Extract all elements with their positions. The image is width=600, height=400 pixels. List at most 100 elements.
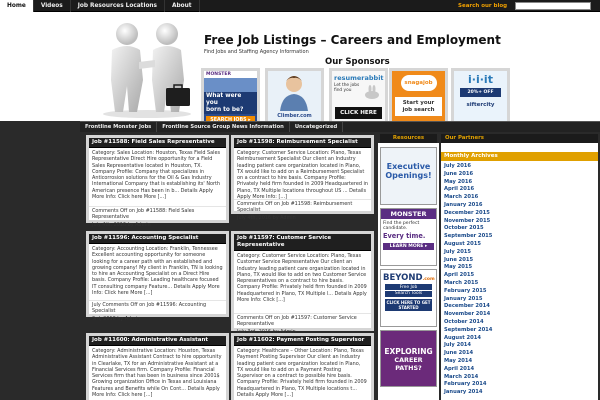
- sponsor-ad-resumerabbit-cta: CLICK HERE: [335, 107, 382, 119]
- archive-link[interactable]: January 2015: [444, 296, 595, 304]
- resource-ad-monster-brand: MONSTER: [381, 209, 436, 219]
- nav-job-resources-locations[interactable]: Job Resources Locations: [71, 0, 166, 12]
- top-navigation: Home Videos Job Resources Locations Abou…: [0, 0, 600, 12]
- archive-link[interactable]: June 2016: [444, 171, 595, 179]
- sponsor-ad-resumerabbit-line1: Let the jobs find you: [334, 83, 360, 93]
- sponsor-ad-resumerabbit-brand: resumerabbit: [334, 74, 384, 82]
- sponsor-ad-monster-line1: What were you: [204, 92, 257, 107]
- archive-link[interactable]: September 2014: [444, 327, 595, 335]
- archive-link[interactable]: July 2014: [444, 342, 595, 350]
- nav-about[interactable]: About: [165, 0, 200, 12]
- resource-ad-executive-openings[interactable]: Executive Openings!: [380, 147, 437, 205]
- monthly-archives-heading: Monthly Archives: [441, 152, 598, 161]
- archive-link[interactable]: July 2015: [444, 249, 595, 257]
- resource-ad-beyond-line1: Free Job: [385, 284, 432, 290]
- post-meta-comments[interactable]: Comments Off on Job #11597: Customer Ser…: [234, 313, 371, 328]
- post-meta-comments[interactable]: Comments Off on Job #11598: Reimbursemen…: [234, 199, 371, 214]
- resources-heading: Resources: [380, 134, 437, 143]
- archive-link[interactable]: November 2015: [444, 218, 595, 226]
- resource-ad-monster[interactable]: MONSTER Find the perfect candidate. Ever…: [380, 208, 437, 266]
- site-header: Free Job Listings – Careers and Employme…: [0, 12, 600, 126]
- archive-link[interactable]: March 2014: [444, 374, 595, 382]
- post-meta-comments[interactable]: Comments Off on Job #11588: Field Sales …: [89, 206, 226, 221]
- resource-ad-beyond[interactable]: BEYOND.com Free Job Search Tools CLICK H…: [380, 269, 437, 327]
- post-excerpt: Category: Healthcare – Other Location: P…: [237, 348, 367, 399]
- site-title[interactable]: Free Job Listings – Careers and Employme…: [204, 33, 501, 47]
- sponsor-ad-siftercity-brand: i·i·it: [468, 73, 493, 86]
- sponsor-ad-siftercity[interactable]: i·i·it 20%+ OFF siftercity: [451, 68, 510, 126]
- nav-home[interactable]: Home: [0, 0, 34, 12]
- sponsor-ad-snagajob-brand: snagajob: [400, 75, 437, 91]
- archive-link[interactable]: May 2016: [444, 179, 595, 187]
- sponsor-ad-siftercity-line2: siftercity: [466, 102, 495, 108]
- post-excerpt: Category: Accounting Location: Franklin,…: [92, 246, 223, 297]
- rabbit-icon: [365, 85, 379, 99]
- archive-link[interactable]: May 2015: [444, 264, 595, 272]
- category-frontline-monster-jobs[interactable]: Frontline Monster Jobs: [80, 122, 158, 132]
- sponsor-ad-climber[interactable]: Climber.com: [265, 68, 324, 126]
- resource-ad-beyond-brand: BEYOND: [383, 273, 423, 283]
- post-title[interactable]: Job #11602: Payment Posting Supervisor: [234, 336, 371, 346]
- partners-panel: [441, 143, 598, 152]
- handshake-logo-image[interactable]: [95, 14, 199, 119]
- archive-link[interactable]: April 2015: [444, 272, 595, 280]
- category-uncategorized[interactable]: Uncategorized: [290, 122, 344, 132]
- category-frontline-source-group-news[interactable]: Frontline Source Group News Information: [157, 122, 290, 132]
- archive-link[interactable]: December 2015: [444, 210, 595, 218]
- post-title[interactable]: Job #11598: Reimbursement Specialist: [234, 138, 371, 148]
- resource-ad-beyond-line2: Search Tools: [385, 291, 432, 297]
- archive-link[interactable]: September 2015: [444, 233, 595, 241]
- post-card: Job #11602: Payment Posting Supervisor C…: [231, 333, 374, 400]
- sponsor-ad-climber-brand: Climber.com: [277, 113, 312, 119]
- post-title[interactable]: Job #11596: Accounting Specialist: [89, 234, 226, 244]
- archive-link[interactable]: May 2014: [444, 358, 595, 366]
- archive-link[interactable]: June 2015: [444, 257, 595, 265]
- sponsors-heading: Our Sponsors: [325, 57, 390, 67]
- post-meta-date: 3rd, 2016 by Admin: [92, 316, 141, 323]
- archive-link[interactable]: February 2015: [444, 288, 595, 296]
- post-card: Job #11600: Administrative Assistant Cat…: [86, 333, 229, 400]
- sponsor-ad-snagajob[interactable]: snagajob Start your job search: [389, 68, 448, 126]
- nav-videos[interactable]: Videos: [34, 0, 71, 12]
- post-meta-date: July 4th, 2016 by Admin: [237, 215, 296, 222]
- archive-link[interactable]: January 2014: [444, 389, 595, 397]
- post-title[interactable]: Job #11588: Field Sales Representative: [89, 138, 226, 148]
- partners-heading: Our Partners: [441, 134, 598, 143]
- climber-person-image: [280, 76, 308, 111]
- search-label: Search our blog: [458, 3, 508, 9]
- archive-link[interactable]: April 2014: [444, 366, 595, 374]
- archive-link[interactable]: June 2014: [444, 350, 595, 358]
- archive-link[interactable]: December 2014: [444, 303, 595, 311]
- post-title[interactable]: Job #11600: Administrative Assistant: [89, 336, 226, 346]
- monthly-archives-list: July 2016 June 2016 May 2016 April 2016 Marc…: [441, 161, 598, 400]
- post-title[interactable]: Job #11597: Customer Service Representat…: [234, 234, 371, 251]
- archive-link[interactable]: November 2014: [444, 311, 595, 319]
- resource-ad-career-line2: CAREER PATHS?: [394, 356, 423, 372]
- post-card: Job #11596: Accounting Specialist Catego…: [86, 231, 229, 322]
- archive-link[interactable]: April 2016: [444, 186, 595, 194]
- post-meta-date: July 4th, 2016 by Admin: [92, 222, 151, 229]
- sponsor-ad-resumerabbit[interactable]: resumerabbit Let the jobs find you CLICK…: [329, 68, 388, 126]
- sponsor-ad-monster-brand: MONSTER: [204, 71, 257, 78]
- post-excerpt: Category: Sales Location: Houston, Texas…: [92, 150, 221, 201]
- archive-link[interactable]: March 2016: [444, 194, 595, 202]
- post-card: Job #11597: Customer Service Representat…: [231, 231, 374, 335]
- archive-link[interactable]: July 2016: [444, 163, 595, 171]
- archive-link[interactable]: August 2014: [444, 335, 595, 343]
- resource-ad-beyond-cta: CLICK HERE TO GET STARTED: [385, 299, 432, 311]
- archive-link[interactable]: October 2015: [444, 225, 595, 233]
- search-input[interactable]: [515, 2, 591, 10]
- archive-link[interactable]: August 2015: [444, 241, 595, 249]
- category-navigation: Frontline Monster Jobs Frontline Source …: [80, 121, 600, 132]
- sponsor-ad-snagajob-line1: Start your: [395, 97, 442, 107]
- archive-link[interactable]: October 2014: [444, 319, 595, 327]
- post-meta-comments[interactable]: July Comments Off on Job #11596: Account…: [89, 300, 226, 315]
- archive-link[interactable]: February 2014: [444, 381, 595, 389]
- resource-ad-monster-cta: LEARN MORE ▸: [383, 243, 434, 250]
- archive-link[interactable]: January 2016: [444, 202, 595, 210]
- resource-ad-career-line1: EXPLORING: [384, 347, 433, 356]
- resource-ad-exploring-career-paths[interactable]: EXPLORING CAREER PATHS?: [380, 330, 437, 387]
- post-card: Job #11598: Reimbursement Specialist Cat…: [231, 135, 374, 221]
- sponsor-ad-monster[interactable]: MONSTER What were you born to be? SEARCH…: [201, 68, 260, 126]
- archive-link[interactable]: March 2015: [444, 280, 595, 288]
